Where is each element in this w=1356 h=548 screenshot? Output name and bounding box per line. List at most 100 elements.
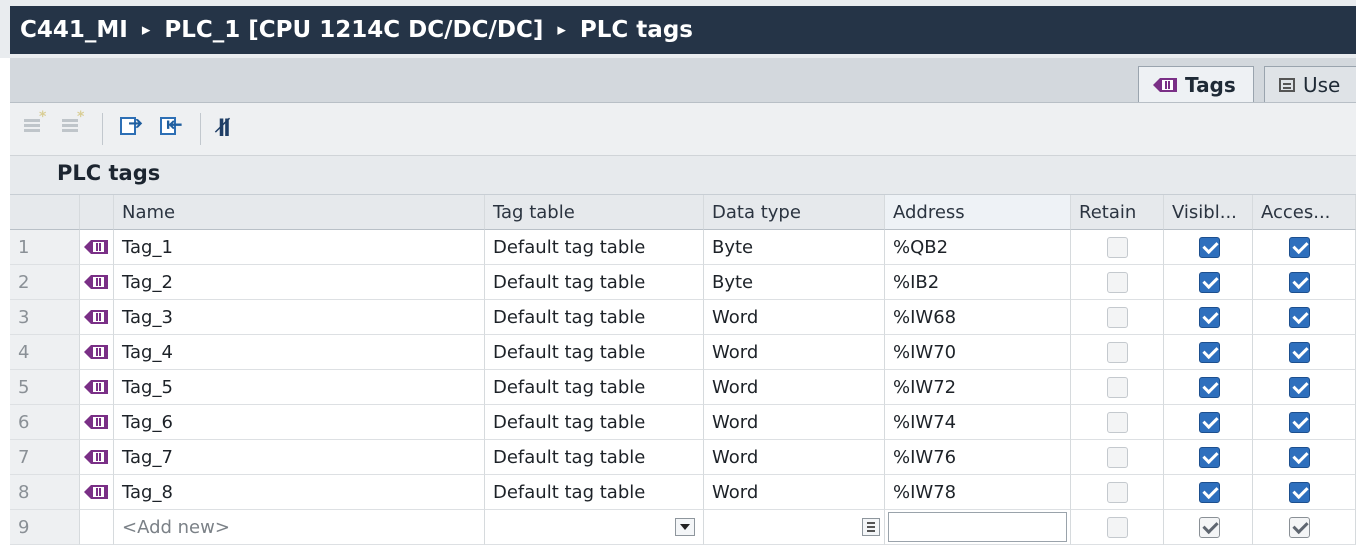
breadcrumb: C441_MI ▸ PLC_1 [CPU 1214C DC/DC/DC] ▸ P…: [10, 6, 1356, 54]
tag-icon: [84, 310, 108, 324]
data-type[interactable]: Word: [704, 370, 885, 405]
accessible-checkbox[interactable]: [1289, 482, 1310, 503]
tag-table[interactable]: Default tag table: [485, 230, 704, 265]
accessible-checkbox[interactable]: [1289, 237, 1310, 258]
tag-table[interactable]: Default tag table: [485, 300, 704, 335]
visible-checkbox[interactable]: [1199, 237, 1220, 258]
retain-checkbox[interactable]: [1107, 377, 1128, 398]
address-input[interactable]: [888, 512, 1067, 542]
tag-name[interactable]: Tag_4: [114, 335, 485, 370]
retain-checkbox[interactable]: [1107, 272, 1128, 293]
header-accessible[interactable]: Acces...: [1253, 195, 1356, 230]
retain-checkbox[interactable]: [1107, 342, 1128, 363]
row-number: 4: [10, 335, 80, 370]
visible-checkbox[interactable]: [1199, 342, 1220, 363]
browse-list-icon[interactable]: [862, 518, 880, 536]
row-icon-cell: [80, 300, 114, 335]
address[interactable]: %QB2: [885, 230, 1071, 265]
tag-table[interactable]: Default tag table: [485, 405, 704, 440]
tag-name[interactable]: Tag_8: [114, 475, 485, 510]
retain-checkbox[interactable]: [1107, 237, 1128, 258]
tag-table[interactable]: Default tag table: [485, 335, 704, 370]
address[interactable]: %IW76: [885, 440, 1071, 475]
header-name[interactable]: Name: [114, 195, 485, 230]
accessible-checkbox[interactable]: [1289, 517, 1310, 538]
chevron-down-icon[interactable]: [675, 518, 695, 536]
address[interactable]: %IW72: [885, 370, 1071, 405]
tag-table-dropdown[interactable]: [485, 510, 704, 545]
import-button[interactable]: [160, 112, 188, 143]
accessible-checkbox[interactable]: [1289, 272, 1310, 293]
breadcrumb-separator-icon: ▸: [141, 20, 151, 40]
visible-checkbox[interactable]: [1199, 307, 1220, 328]
tag-table[interactable]: Default tag table: [485, 370, 704, 405]
address[interactable]: %IW74: [885, 405, 1071, 440]
address[interactable]: %IW78: [885, 475, 1071, 510]
table-row[interactable]: 1 Tag_1 Default tag table Byte %QB2: [10, 230, 1356, 265]
header-retain[interactable]: Retain: [1071, 195, 1164, 230]
accessible-checkbox[interactable]: [1289, 447, 1310, 468]
tag-name[interactable]: Tag_2: [114, 265, 485, 300]
header-data-type[interactable]: Data type: [704, 195, 885, 230]
export-button[interactable]: [120, 113, 148, 143]
data-type[interactable]: Word: [704, 335, 885, 370]
data-type[interactable]: Word: [704, 300, 885, 335]
tag-table[interactable]: Default tag table: [485, 440, 704, 475]
retain-checkbox[interactable]: [1107, 412, 1128, 433]
table-row[interactable]: 6 Tag_6 Default tag table Word %IW74: [10, 405, 1356, 440]
accessible-checkbox[interactable]: [1289, 412, 1310, 433]
data-type[interactable]: Word: [704, 405, 885, 440]
table-row[interactable]: 4 Tag_4 Default tag table Word %IW70: [10, 335, 1356, 370]
visible-checkbox[interactable]: [1199, 377, 1220, 398]
tag-name[interactable]: Tag_7: [114, 440, 485, 475]
table-row[interactable]: 2 Tag_2 Default tag table Byte %IB2: [10, 265, 1356, 300]
row-icon-cell: [80, 265, 114, 300]
insert-row-button[interactable]: [24, 109, 52, 143]
add-new-row[interactable]: 9 <Add new>: [10, 510, 1356, 545]
data-type[interactable]: Word: [704, 475, 885, 510]
header-tag-table[interactable]: Tag table: [485, 195, 704, 230]
address-input-cell[interactable]: [885, 510, 1071, 545]
retain-checkbox[interactable]: [1107, 517, 1128, 538]
data-type[interactable]: Byte: [704, 230, 885, 265]
breadcrumb-project[interactable]: C441_MI: [20, 17, 128, 43]
visible-checkbox[interactable]: [1199, 412, 1220, 433]
visible-checkbox[interactable]: [1199, 482, 1220, 503]
visible-checkbox[interactable]: [1199, 447, 1220, 468]
address[interactable]: %IW70: [885, 335, 1071, 370]
accessible-cell: [1253, 300, 1356, 335]
tab-user-constants[interactable]: Use: [1264, 66, 1356, 102]
accessible-checkbox[interactable]: [1289, 377, 1310, 398]
tag-name[interactable]: Tag_3: [114, 300, 485, 335]
data-type[interactable]: Byte: [704, 265, 885, 300]
accessible-checkbox[interactable]: [1289, 307, 1310, 328]
tab-tags[interactable]: Tags: [1138, 66, 1254, 102]
retain-checkbox[interactable]: [1107, 307, 1128, 328]
tag-table[interactable]: Default tag table: [485, 475, 704, 510]
retain-checkbox[interactable]: [1107, 447, 1128, 468]
accessible-checkbox[interactable]: [1289, 342, 1310, 363]
tag-name[interactable]: Tag_1: [114, 230, 485, 265]
tag-name[interactable]: Tag_5: [114, 370, 485, 405]
add-row-button[interactable]: [62, 109, 90, 143]
show-hide-columns-button[interactable]: ǁ̸: [218, 115, 246, 143]
retain-checkbox[interactable]: [1107, 482, 1128, 503]
table-row[interactable]: 8 Tag_8 Default tag table Word %IW78: [10, 475, 1356, 510]
table-row[interactable]: 7 Tag_7 Default tag table Word %IW76: [10, 440, 1356, 475]
tag-name[interactable]: Tag_6: [114, 405, 485, 440]
address[interactable]: %IW68: [885, 300, 1071, 335]
table-row[interactable]: 5 Tag_5 Default tag table Word %IW72: [10, 370, 1356, 405]
data-type-cell[interactable]: [704, 510, 885, 545]
table-row[interactable]: 3 Tag_3 Default tag table Word %IW68: [10, 300, 1356, 335]
data-type[interactable]: Word: [704, 440, 885, 475]
visible-checkbox[interactable]: [1199, 272, 1220, 293]
address[interactable]: %IB2: [885, 265, 1071, 300]
tag-table[interactable]: Default tag table: [485, 265, 704, 300]
header-address[interactable]: Address: [885, 195, 1071, 230]
header-visible[interactable]: Visibl...: [1164, 195, 1253, 230]
visible-checkbox[interactable]: [1199, 517, 1220, 538]
row-number: 9: [10, 510, 80, 545]
breadcrumb-page: PLC tags: [579, 17, 693, 43]
breadcrumb-device[interactable]: PLC_1 [CPU 1214C DC/DC/DC]: [164, 17, 543, 43]
add-new-input[interactable]: <Add new>: [114, 510, 485, 545]
